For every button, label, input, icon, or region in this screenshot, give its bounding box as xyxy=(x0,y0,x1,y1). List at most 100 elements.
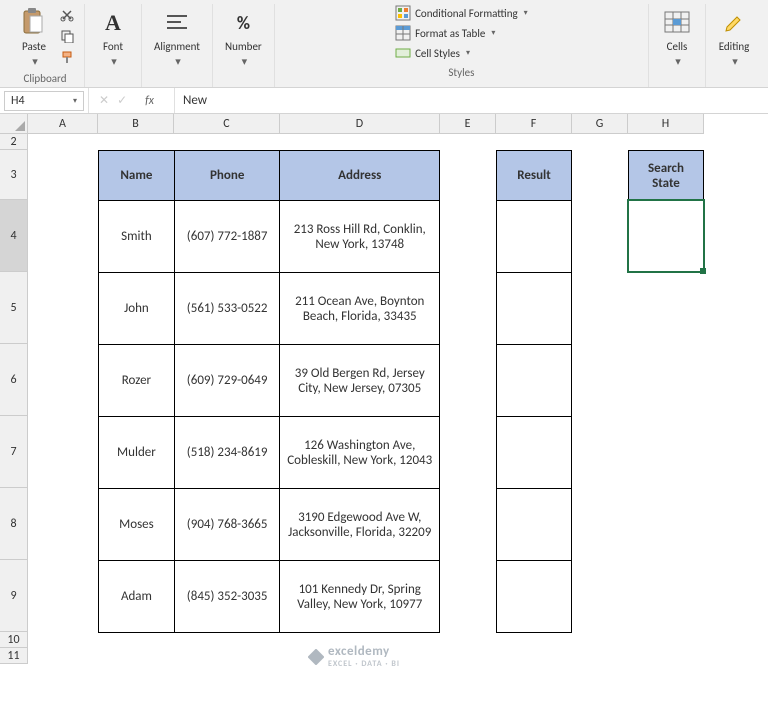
result-cell[interactable] xyxy=(497,561,572,633)
data-table: Name Phone Address Smith(607) 772-188721… xyxy=(98,150,440,633)
number-icon: % xyxy=(227,6,259,38)
cell-phone[interactable]: (845) 352-3035 xyxy=(174,561,280,633)
paste-icon xyxy=(18,6,50,38)
row-header-10[interactable]: 10 xyxy=(0,632,28,648)
col-header-E[interactable]: E xyxy=(440,114,496,134)
result-cell[interactable] xyxy=(497,345,572,417)
name-box[interactable]: H4 ▾ xyxy=(4,91,84,111)
conditional-formatting-button[interactable]: Conditional Formatting▾ xyxy=(393,4,530,22)
cell-name[interactable]: Rozer xyxy=(99,345,175,417)
table-row: Smith(607) 772-1887213 Ross Hill Rd, Con… xyxy=(99,201,440,273)
copy-icon[interactable] xyxy=(58,27,76,45)
row-header-7[interactable]: 7 xyxy=(0,416,28,488)
col-header-D[interactable]: D xyxy=(280,114,440,134)
cell-name[interactable]: Adam xyxy=(99,561,175,633)
font-button[interactable]: A Font ▾ xyxy=(93,4,133,70)
watermark: exceldemy EXCEL · DATA · BI xyxy=(308,644,400,669)
number-label: Number xyxy=(225,40,262,53)
formula-input[interactable]: New xyxy=(175,91,768,110)
watermark-icon xyxy=(308,649,324,665)
group-font: A Font ▾ xyxy=(85,4,142,87)
col-header-H[interactable]: H xyxy=(628,114,704,134)
cell-address[interactable]: 126 Washington Ave, Cobleskill, New York… xyxy=(280,417,440,489)
row-header-5[interactable]: 5 xyxy=(0,272,28,344)
format-as-table-icon xyxy=(395,25,411,41)
cell-address[interactable]: 211 Ocean Ave, Boynton Beach, Florida, 3… xyxy=(280,273,440,345)
font-label: Font xyxy=(103,40,123,53)
cell-phone[interactable]: (609) 729-0649 xyxy=(174,345,280,417)
cell-name[interactable]: Smith xyxy=(99,201,175,273)
chevron-down-icon: ▾ xyxy=(175,55,181,68)
row-header-11[interactable]: 11 xyxy=(0,648,28,664)
cell-phone[interactable]: (561) 533-0522 xyxy=(174,273,280,345)
table-row: Adam(845) 352-3035101 Kennedy Dr, Spring… xyxy=(99,561,440,633)
result-cell[interactable] xyxy=(497,489,572,561)
cells-button[interactable]: Cells ▾ xyxy=(657,4,697,70)
styles-label: Styles xyxy=(448,66,474,79)
result-table: Result xyxy=(496,150,572,633)
cut-icon[interactable] xyxy=(58,6,76,24)
cell-phone[interactable]: (607) 772-1887 xyxy=(174,201,280,273)
cell-address[interactable]: 3190 Edgewood Ave W, Jacksonville, Flori… xyxy=(280,489,440,561)
cell-address[interactable]: 39 Old Bergen Rd, Jersey City, New Jerse… xyxy=(280,345,440,417)
col-header-F[interactable]: F xyxy=(496,114,572,134)
cell-address[interactable]: 213 Ross Hill Rd, Conklin, New York, 137… xyxy=(280,201,440,273)
group-styles: Conditional Formatting▾ Format as Table▾… xyxy=(275,4,649,87)
cells-label: Cells xyxy=(667,40,688,53)
chevron-down-icon: ▾ xyxy=(111,55,117,68)
table-row: Rozer(609) 729-064939 Old Bergen Rd, Jer… xyxy=(99,345,440,417)
format-as-table-button[interactable]: Format as Table▾ xyxy=(393,24,497,42)
result-cell[interactable] xyxy=(497,201,572,273)
select-all-corner[interactable] xyxy=(0,114,28,134)
group-editing: Editing ▾ xyxy=(706,4,762,87)
result-cell[interactable] xyxy=(497,273,572,345)
search-table: Search State New xyxy=(628,150,704,273)
row-header-3[interactable]: 3 xyxy=(0,150,28,200)
cell-styles-button[interactable]: Cell Styles▾ xyxy=(393,44,472,62)
col-header-A[interactable]: A xyxy=(28,114,98,134)
format-painter-icon[interactable] xyxy=(58,48,76,66)
font-icon: A xyxy=(97,6,129,38)
clipboard-label: Clipboard xyxy=(23,72,66,85)
editing-icon xyxy=(718,6,750,38)
cell-phone[interactable]: (518) 234-8619 xyxy=(174,417,280,489)
header-search[interactable]: Search State xyxy=(629,151,704,201)
conditional-formatting-icon xyxy=(395,5,411,21)
number-button[interactable]: % Number ▾ xyxy=(221,4,266,70)
row-header-6[interactable]: 6 xyxy=(0,344,28,416)
fx-icon[interactable]: fx xyxy=(135,94,164,108)
cell-name[interactable]: Mulder xyxy=(99,417,175,489)
paste-button[interactable]: Paste ▾ xyxy=(14,4,54,70)
group-number: % Number ▾ xyxy=(213,4,275,87)
search-value-cell[interactable]: New xyxy=(629,201,704,273)
col-header-B[interactable]: B xyxy=(98,114,174,134)
editing-label: Editing xyxy=(719,40,750,53)
sheet: 234567891011 ABCDEFGH Name Phone Address… xyxy=(0,114,768,714)
cell-name[interactable]: John xyxy=(99,273,175,345)
row-header-2[interactable]: 2 xyxy=(0,134,28,150)
row-header-8[interactable]: 8 xyxy=(0,488,28,560)
row-header-4[interactable]: 4 xyxy=(0,200,28,272)
header-phone[interactable]: Phone xyxy=(174,151,280,201)
col-header-C[interactable]: C xyxy=(174,114,280,134)
col-header-G[interactable]: G xyxy=(572,114,628,134)
alignment-button[interactable]: Alignment ▾ xyxy=(150,4,204,70)
cell-address[interactable]: 101 Kennedy Dr, Spring Valley, New York,… xyxy=(280,561,440,633)
cells-icon xyxy=(661,6,693,38)
alignment-label: Alignment xyxy=(154,40,200,53)
chevron-down-icon: ▾ xyxy=(32,55,38,68)
header-name[interactable]: Name xyxy=(99,151,175,201)
header-address[interactable]: Address xyxy=(280,151,440,201)
cancel-icon[interactable]: ✕ xyxy=(99,93,109,108)
group-alignment: Alignment ▾ xyxy=(142,4,213,87)
cell-name[interactable]: Moses xyxy=(99,489,175,561)
cell-phone[interactable]: (904) 768-3665 xyxy=(174,489,280,561)
table-row: Mulder(518) 234-8619126 Washington Ave, … xyxy=(99,417,440,489)
row-header-9[interactable]: 9 xyxy=(0,560,28,632)
table-row: Moses(904) 768-36653190 Edgewood Ave W, … xyxy=(99,489,440,561)
editing-button[interactable]: Editing ▾ xyxy=(714,4,754,70)
header-result[interactable]: Result xyxy=(497,151,572,201)
check-icon[interactable]: ✓ xyxy=(117,93,127,108)
result-cell[interactable] xyxy=(497,417,572,489)
alignment-icon xyxy=(161,6,193,38)
